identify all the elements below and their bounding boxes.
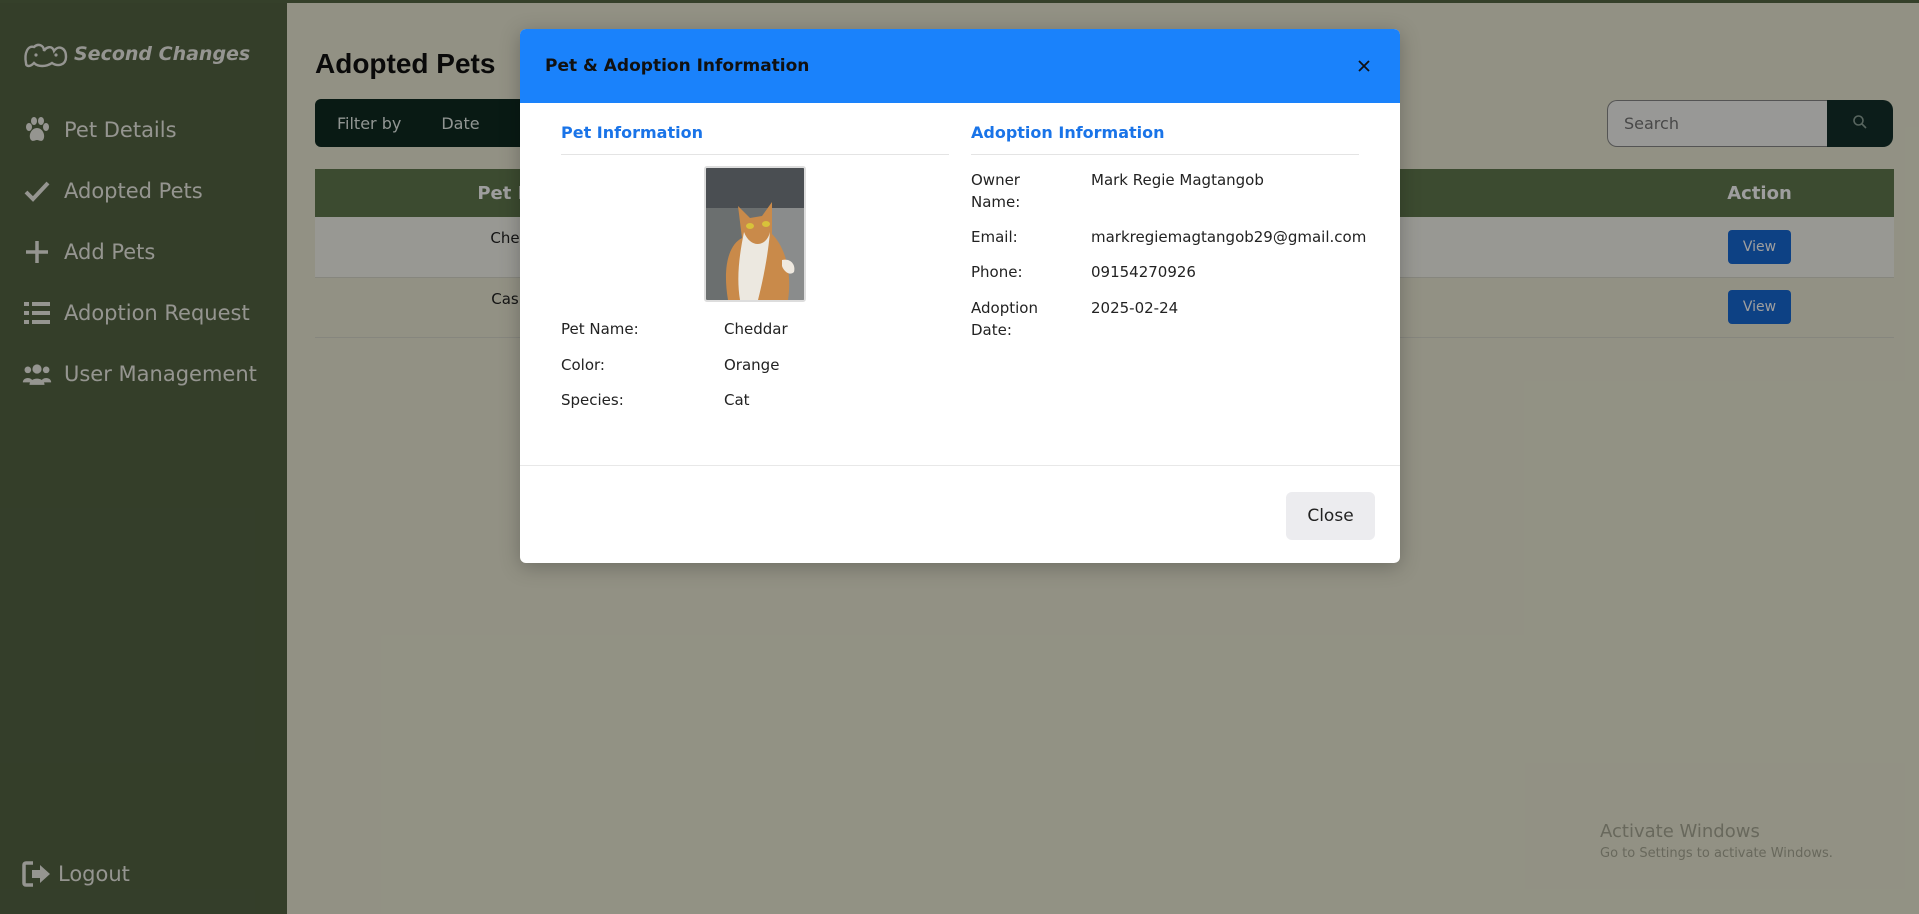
- pet-adoption-modal: Pet & Adoption Information Pet Informati…: [520, 29, 1400, 563]
- top-border: [0, 0, 1919, 3]
- pet-photo: [704, 166, 806, 302]
- adoption-date-label: Adoption Date:: [971, 297, 1038, 341]
- modal-footer: Close: [520, 465, 1400, 563]
- divider: [971, 154, 1359, 155]
- modal-body: Pet Information Pet Name: Cheddar Color:…: [520, 103, 1400, 465]
- close-icon[interactable]: [1352, 54, 1376, 78]
- email-value: markregiemagtangob29@gmail.com: [1091, 228, 1367, 246]
- adoption-date-label-line2: Date:: [971, 321, 1012, 339]
- divider: [561, 154, 949, 155]
- phone-value: 09154270926: [1091, 263, 1196, 281]
- owner-name-label-line1: Owner: [971, 171, 1020, 189]
- owner-name-label-line2: Name:: [971, 193, 1021, 211]
- pet-name-value: Cheddar: [724, 320, 788, 338]
- owner-name-value: Mark Regie Magtangob: [1091, 171, 1264, 189]
- color-label: Color:: [561, 356, 605, 374]
- phone-label: Phone:: [971, 263, 1023, 281]
- adoption-date-value: 2025-02-24: [1091, 299, 1179, 317]
- close-button[interactable]: Close: [1286, 492, 1375, 540]
- adoption-date-label-line1: Adoption: [971, 299, 1038, 317]
- species-label: Species:: [561, 391, 624, 409]
- color-value: Orange: [724, 356, 780, 374]
- email-label: Email:: [971, 228, 1018, 246]
- adoption-information-heading: Adoption Information: [971, 123, 1165, 142]
- owner-name-label: Owner Name:: [971, 169, 1020, 213]
- modal-header: Pet & Adoption Information: [520, 29, 1400, 103]
- modal-title: Pet & Adoption Information: [545, 56, 810, 76]
- species-value: Cat: [724, 391, 750, 409]
- pet-name-label: Pet Name:: [561, 320, 639, 338]
- pet-information-heading: Pet Information: [561, 123, 703, 142]
